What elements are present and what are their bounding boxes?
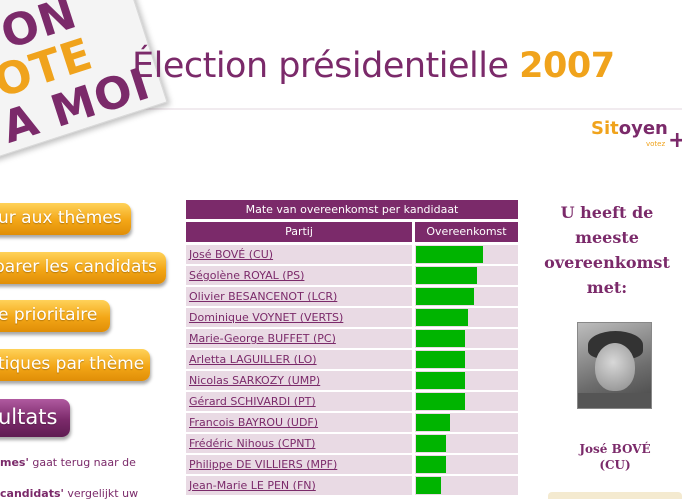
match-cell <box>415 434 518 453</box>
candidate-cell: Marie-George BUFFET (PC) <box>186 329 412 348</box>
match-bar <box>416 435 446 452</box>
candidate-cell: Jean-Marie LE PEN (FN) <box>186 476 412 495</box>
menu-item-results[interactable]: ultats <box>0 399 70 437</box>
page-title-main: Élection présidentielle <box>132 46 509 86</box>
match-cell <box>415 476 518 495</box>
match-bar <box>416 309 468 326</box>
candidate-link[interactable]: Philippe DE VILLIERS (MPF) <box>189 458 337 471</box>
match-bar <box>416 246 483 263</box>
candidate-link[interactable]: Gérard SCHIVARDI (PT) <box>189 395 316 408</box>
candidate-photo <box>577 322 652 409</box>
column-header-match: Overeenkomst <box>415 222 518 242</box>
help-text-rest: gaat terug naar de <box>28 456 136 469</box>
match-bar <box>416 267 477 284</box>
candidate-cell: Gérard SCHIVARDI (PT) <box>186 392 412 411</box>
table-row: Dominique VOYNET (VERTS) <box>186 308 518 327</box>
candidate-link[interactable]: Dominique VOYNET (VERTS) <box>189 311 343 324</box>
table-row: Gérard SCHIVARDI (PT) <box>186 392 518 411</box>
candidate-link[interactable]: Jean-Marie LE PEN (FN) <box>189 479 316 492</box>
menu-item-themes[interactable]: ur aux thèmes <box>0 203 131 235</box>
candidate-link[interactable]: Marie-George BUFFET (PC) <box>189 332 336 345</box>
candidate-cell: Dominique VOYNET (VERTS) <box>186 308 412 327</box>
match-bar <box>416 288 474 305</box>
candidate-cell: José BOVÉ (CU) <box>186 245 412 264</box>
match-bar <box>416 456 446 473</box>
table-row: Francois BAYROU (UDF) <box>186 413 518 432</box>
candidate-link[interactable]: Nicolas SARKOZY (UMP) <box>189 374 320 387</box>
table-row: Arletta LAGUILLER (LO) <box>186 350 518 369</box>
candidate-link[interactable]: José BOVÉ (CU) <box>189 248 273 261</box>
candidate-cell: Frédéric Nihous (CPNT) <box>186 434 412 453</box>
header-divider <box>100 108 682 110</box>
match-cell <box>415 350 518 369</box>
page-title-year: 2007 <box>519 46 615 86</box>
column-header-party: Partij <box>186 222 412 242</box>
match-bar <box>416 351 465 368</box>
candidate-cell: Arletta LAGUILLER (LO) <box>186 350 412 369</box>
candidate-link[interactable]: Frédéric Nihous (CPNT) <box>189 437 315 450</box>
table-row: Frédéric Nihous (CPNT) <box>186 434 518 453</box>
match-cell <box>415 329 518 348</box>
match-cell <box>415 455 518 474</box>
help-text-bold: mes' <box>0 456 29 469</box>
candidate-cell: Ségolène ROYAL (PS) <box>186 266 412 285</box>
match-bar <box>416 414 450 431</box>
candidate-cell: Olivier BESANCENOT (LCR) <box>186 287 412 306</box>
menu-item-compare[interactable]: parer les candidats <box>0 252 166 284</box>
best-match-name: José BOVÉ <box>579 442 651 456</box>
brand-part: Sit <box>591 118 619 139</box>
match-cell <box>415 308 518 327</box>
table-row: Nicolas SARKOZY (UMP) <box>186 371 518 390</box>
brand-subtitle: votez <box>646 140 666 148</box>
help-text-rest: vergelijkt uw <box>63 487 139 499</box>
match-cell <box>415 413 518 432</box>
candidate-link[interactable]: Olivier BESANCENOT (LCR) <box>189 290 337 303</box>
match-cell <box>415 392 518 411</box>
candidate-link[interactable]: Francois BAYROU (UDF) <box>189 416 318 429</box>
match-bar <box>416 372 465 389</box>
best-match-party: (CU) <box>599 458 631 472</box>
table-row: José BOVÉ (CU) <box>186 245 518 264</box>
page-title: Élection présidentielle 2007 <box>132 46 615 86</box>
match-bar <box>416 477 441 494</box>
table-title: Mate van overeenkomst per kandidaat <box>186 200 518 219</box>
menu-item-priority[interactable]: e prioritaire <box>0 300 110 332</box>
best-match-candidate[interactable]: José BOVÉ (CU) <box>548 441 682 473</box>
table-row: Jean-Marie LE PEN (FN) <box>186 476 518 495</box>
brand-plus-icon: + <box>668 128 682 153</box>
panel-strip <box>548 492 682 499</box>
match-cell <box>415 245 518 264</box>
help-text: mes' gaat terug naar de <box>0 456 136 469</box>
table-row: Marie-George BUFFET (PC) <box>186 329 518 348</box>
candidate-cell: Philippe DE VILLIERS (MPF) <box>186 455 412 474</box>
table-row: Philippe DE VILLIERS (MPF) <box>186 455 518 474</box>
candidate-cell: Nicolas SARKOZY (UMP) <box>186 371 412 390</box>
match-cell <box>415 266 518 285</box>
match-cell <box>415 287 518 306</box>
candidate-link[interactable]: Arletta LAGUILLER (LO) <box>189 353 317 366</box>
help-text-bold: candidats' <box>0 487 64 499</box>
candidate-cell: Francois BAYROU (UDF) <box>186 413 412 432</box>
help-text: candidats' vergelijkt uw <box>0 487 138 499</box>
match-bar <box>416 330 465 347</box>
table-row: Ségolène ROYAL (PS) <box>186 266 518 285</box>
candidate-link[interactable]: Ségolène ROYAL (PS) <box>189 269 304 282</box>
result-heading: U heeft de meeste overeenkomst met: <box>544 203 670 297</box>
match-bar <box>416 393 465 410</box>
table-row: Olivier BESANCENOT (LCR) <box>186 287 518 306</box>
brand-part: oyen <box>618 118 668 139</box>
brand-logo[interactable]: Sitoyen <box>591 118 668 139</box>
match-cell <box>415 371 518 390</box>
menu-item-stats[interactable]: tiques par thème <box>0 349 150 381</box>
